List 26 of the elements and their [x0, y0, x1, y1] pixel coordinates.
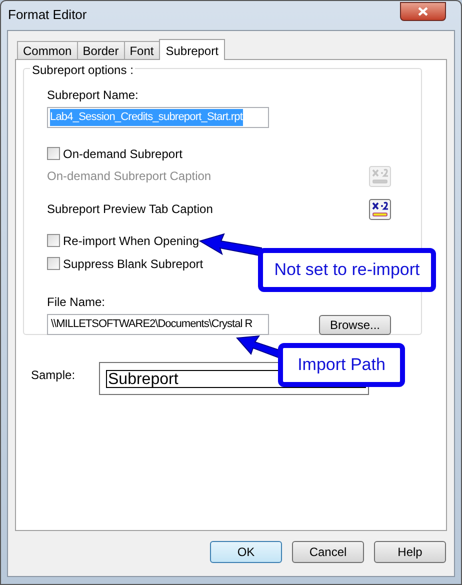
caption-label: On-demand Subreport Caption [47, 168, 212, 185]
field-label: File Name: [47, 294, 106, 311]
tab[interactable]: Subreport [158, 39, 226, 60]
window-title: Format Editor [8, 6, 87, 24]
caption-label: Subreport Preview Tab Caption [47, 201, 213, 218]
checkbox[interactable] [47, 234, 60, 247]
tab[interactable]: Border [76, 41, 125, 59]
tab[interactable]: Common [17, 41, 78, 59]
dialog-button[interactable]: OK [210, 541, 282, 563]
checkbox-label: Suppress Blank Subreport [63, 256, 204, 272]
close-button[interactable] [400, 2, 446, 20]
tab[interactable]: Font [124, 41, 160, 59]
browse-button[interactable]: Browse... [319, 314, 391, 334]
formula-icon[interactable] [369, 198, 391, 220]
checkbox-label: Re-import When Opening [63, 232, 200, 250]
dialog-button[interactable]: Help [374, 541, 446, 563]
checkbox[interactable] [47, 147, 60, 160]
field-label: Subreport Name: [47, 87, 140, 104]
sample-label: Sample: [31, 367, 76, 384]
checkbox-label: On-demand Subreport [63, 146, 182, 162]
checkbox[interactable] [47, 257, 60, 270]
callout: Not set to re-import [258, 248, 436, 292]
close-icon [418, 6, 428, 16]
callout: Import Path [278, 343, 405, 387]
dialog-button[interactable]: Cancel [292, 541, 364, 563]
file-name-field[interactable]: \\MILLETSOFTWARE2\Documents\Crystal R [47, 314, 269, 335]
